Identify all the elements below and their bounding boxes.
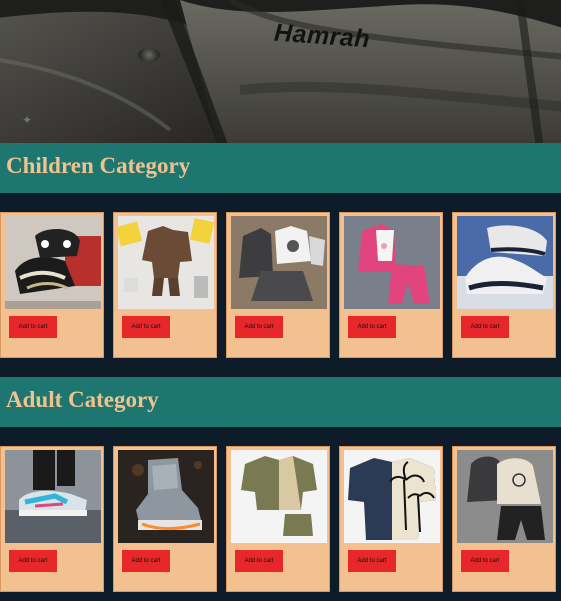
product-image-adult-high-top-sneakers <box>118 450 214 543</box>
add-to-cart-button[interactable]: Add to cart <box>235 316 283 338</box>
add-to-cart-button[interactable]: Add to cart <box>9 316 57 338</box>
product-card: Add to cart <box>113 212 217 358</box>
product-card: Add to cart <box>452 212 556 358</box>
product-image-adult-palm-print-shirt <box>344 450 440 543</box>
category-title: Adult Category <box>6 387 159 412</box>
add-to-cart-button[interactable]: Add to cart <box>122 316 170 338</box>
product-row-children: Add to cart Add to cart Add to cart Add … <box>0 212 561 358</box>
shirt-button <box>138 48 160 62</box>
product-image-kids-sneakers <box>5 216 101 309</box>
add-to-cart-button[interactable]: Add to cart <box>461 550 509 572</box>
product-card: Add to cart <box>339 212 443 358</box>
product-image-adult-shirt-and-shorts-set <box>231 450 327 543</box>
category-header-adult: Adult Category <box>0 377 561 427</box>
product-image-kids-fendi-shirt-set <box>118 216 214 309</box>
product-image-adult-hoodie-set <box>457 450 553 543</box>
add-to-cart-button[interactable]: Add to cart <box>9 550 57 572</box>
product-image-kids-pink-tracksuit <box>344 216 440 309</box>
product-image-adult-sneakers <box>5 450 101 543</box>
product-card: Add to cart <box>226 446 330 592</box>
watermark-icon: ✦ <box>22 113 33 127</box>
product-image-kids-jacket-and-skirt-set <box>231 216 327 309</box>
hero-banner: Hamrah ✦ <box>0 0 561 143</box>
product-card: Add to cart <box>226 212 330 358</box>
product-row-adult: Add to cart Add to cart Add to cart Add … <box>0 446 561 592</box>
product-card: Add to cart <box>0 212 104 358</box>
product-card: Add to cart <box>452 446 556 592</box>
product-card: Add to cart <box>339 446 443 592</box>
product-card: Add to cart <box>113 446 217 592</box>
category-header-children: Children Category <box>0 143 561 193</box>
product-card: Add to cart <box>0 446 104 592</box>
add-to-cart-button[interactable]: Add to cart <box>235 550 283 572</box>
product-image-kids-white-sneakers <box>457 216 553 309</box>
category-title: Children Category <box>6 153 191 178</box>
add-to-cart-button[interactable]: Add to cart <box>348 550 396 572</box>
add-to-cart-button[interactable]: Add to cart <box>461 316 509 338</box>
add-to-cart-button[interactable]: Add to cart <box>122 550 170 572</box>
add-to-cart-button[interactable]: Add to cart <box>348 316 396 338</box>
